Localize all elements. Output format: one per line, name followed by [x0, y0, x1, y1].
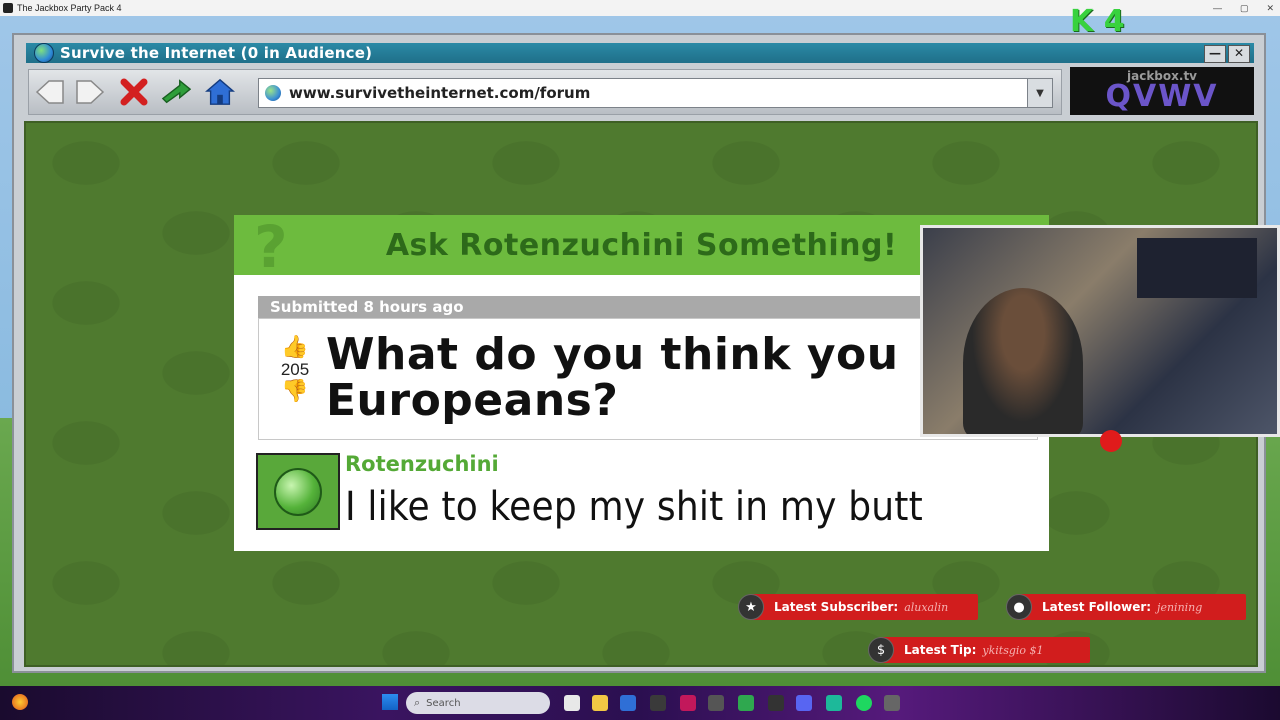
forward-arrow-icon[interactable] [75, 77, 105, 107]
os-maximize-button[interactable]: ▢ [1240, 3, 1249, 14]
os-taskbar: ⌕ Search [0, 686, 1280, 720]
close-button[interactable]: ✕ [1228, 45, 1250, 63]
obs-icon[interactable] [650, 695, 666, 711]
latest-follower-alert: ● Latest Follower: jenining [1006, 594, 1246, 620]
subscriber-value: aluxalin [904, 600, 949, 614]
webcam-overlay [920, 225, 1280, 437]
thumbs-down-icon[interactable]: 👎 [275, 380, 315, 404]
browser-title-bar: Survive the Internet (0 in Audience) — ✕ [26, 43, 1254, 63]
os-window-title: The Jackbox Party Pack 4 [17, 3, 122, 13]
back-arrow-icon[interactable] [35, 77, 65, 107]
xbox-icon[interactable] [738, 695, 754, 711]
thumbs-up-icon[interactable]: 👍 [275, 336, 315, 360]
follower-label: Latest Follower: [1042, 600, 1152, 614]
app-icon [3, 3, 13, 13]
user-icon: ● [1006, 594, 1032, 620]
latest-tip-alert: $ Latest Tip: ykitsgio $1 [868, 637, 1090, 663]
firefox-icon[interactable] [12, 694, 28, 710]
recording-dot-icon [1100, 430, 1122, 452]
file-explorer-icon[interactable] [592, 695, 608, 711]
url-dropdown-button[interactable]: ▼ [1027, 78, 1053, 108]
store-icon[interactable] [620, 695, 636, 711]
search-icon: ⌕ [414, 696, 421, 709]
question-mark-icon: ? [254, 213, 288, 281]
subscriber-label: Latest Subscriber: [774, 600, 899, 614]
task-view-icon[interactable] [564, 695, 580, 711]
browser-title: Survive the Internet (0 in Audience) [60, 44, 373, 62]
reply-text: I like to keep my shit in my butt [345, 484, 923, 530]
reply-author: Rotenzuchini [345, 452, 499, 476]
webcam-background-flag [1137, 238, 1257, 298]
avatar [256, 453, 340, 530]
app-icon-dark[interactable] [708, 695, 724, 711]
vote-count: 205 [280, 360, 310, 379]
os-window-controls: — ▢ ✕ [1213, 0, 1274, 16]
tip-value: ykitsgio $1 [982, 643, 1044, 657]
submitted-text: Submitted 8 hours ago [270, 298, 464, 316]
refresh-arrow-icon[interactable] [161, 77, 191, 107]
app-icon-red[interactable] [680, 695, 696, 711]
globe-icon [34, 43, 54, 63]
vote-column: 👍 205 👎 [275, 336, 315, 416]
home-icon[interactable] [205, 77, 235, 107]
url-globe-icon [265, 85, 281, 101]
post-question: What do you think you Europeans? [326, 329, 899, 426]
dollar-icon: $ [868, 637, 894, 663]
os-close-button[interactable]: ✕ [1266, 3, 1274, 14]
tip-label: Latest Tip: [904, 643, 977, 657]
spotify-icon[interactable] [856, 695, 872, 711]
game-taskbar-icon[interactable] [884, 695, 900, 711]
room-code: QVWV [1105, 79, 1219, 114]
taskbar-search-placeholder: Search [426, 697, 461, 709]
room-code-box: jackbox.tv QVWV [1070, 67, 1254, 115]
url-bar[interactable]: www.survivetheinternet.com/forum ▼ [258, 78, 1053, 108]
webcam-streamer [963, 288, 1083, 434]
forum-title: Ask Rotenzuchini Something! [385, 227, 898, 263]
taskbar-search[interactable]: ⌕ Search [406, 692, 550, 714]
os-minimize-button[interactable]: — [1213, 3, 1222, 13]
discord-icon[interactable] [796, 695, 812, 711]
windows-start-icon[interactable] [382, 694, 398, 710]
stop-x-icon[interactable] [119, 77, 149, 107]
app-icon-gray[interactable] [768, 695, 784, 711]
star-icon: ★ [738, 594, 764, 620]
follower-value: jenining [1157, 600, 1203, 614]
latest-subscriber-alert: ★ Latest Subscriber: aluxalin [738, 594, 978, 620]
url-text[interactable]: www.survivetheinternet.com/forum [289, 84, 590, 102]
app-icon-teal[interactable] [826, 695, 842, 711]
gem-avatar-icon [274, 467, 322, 516]
minimize-button[interactable]: — [1204, 45, 1226, 63]
